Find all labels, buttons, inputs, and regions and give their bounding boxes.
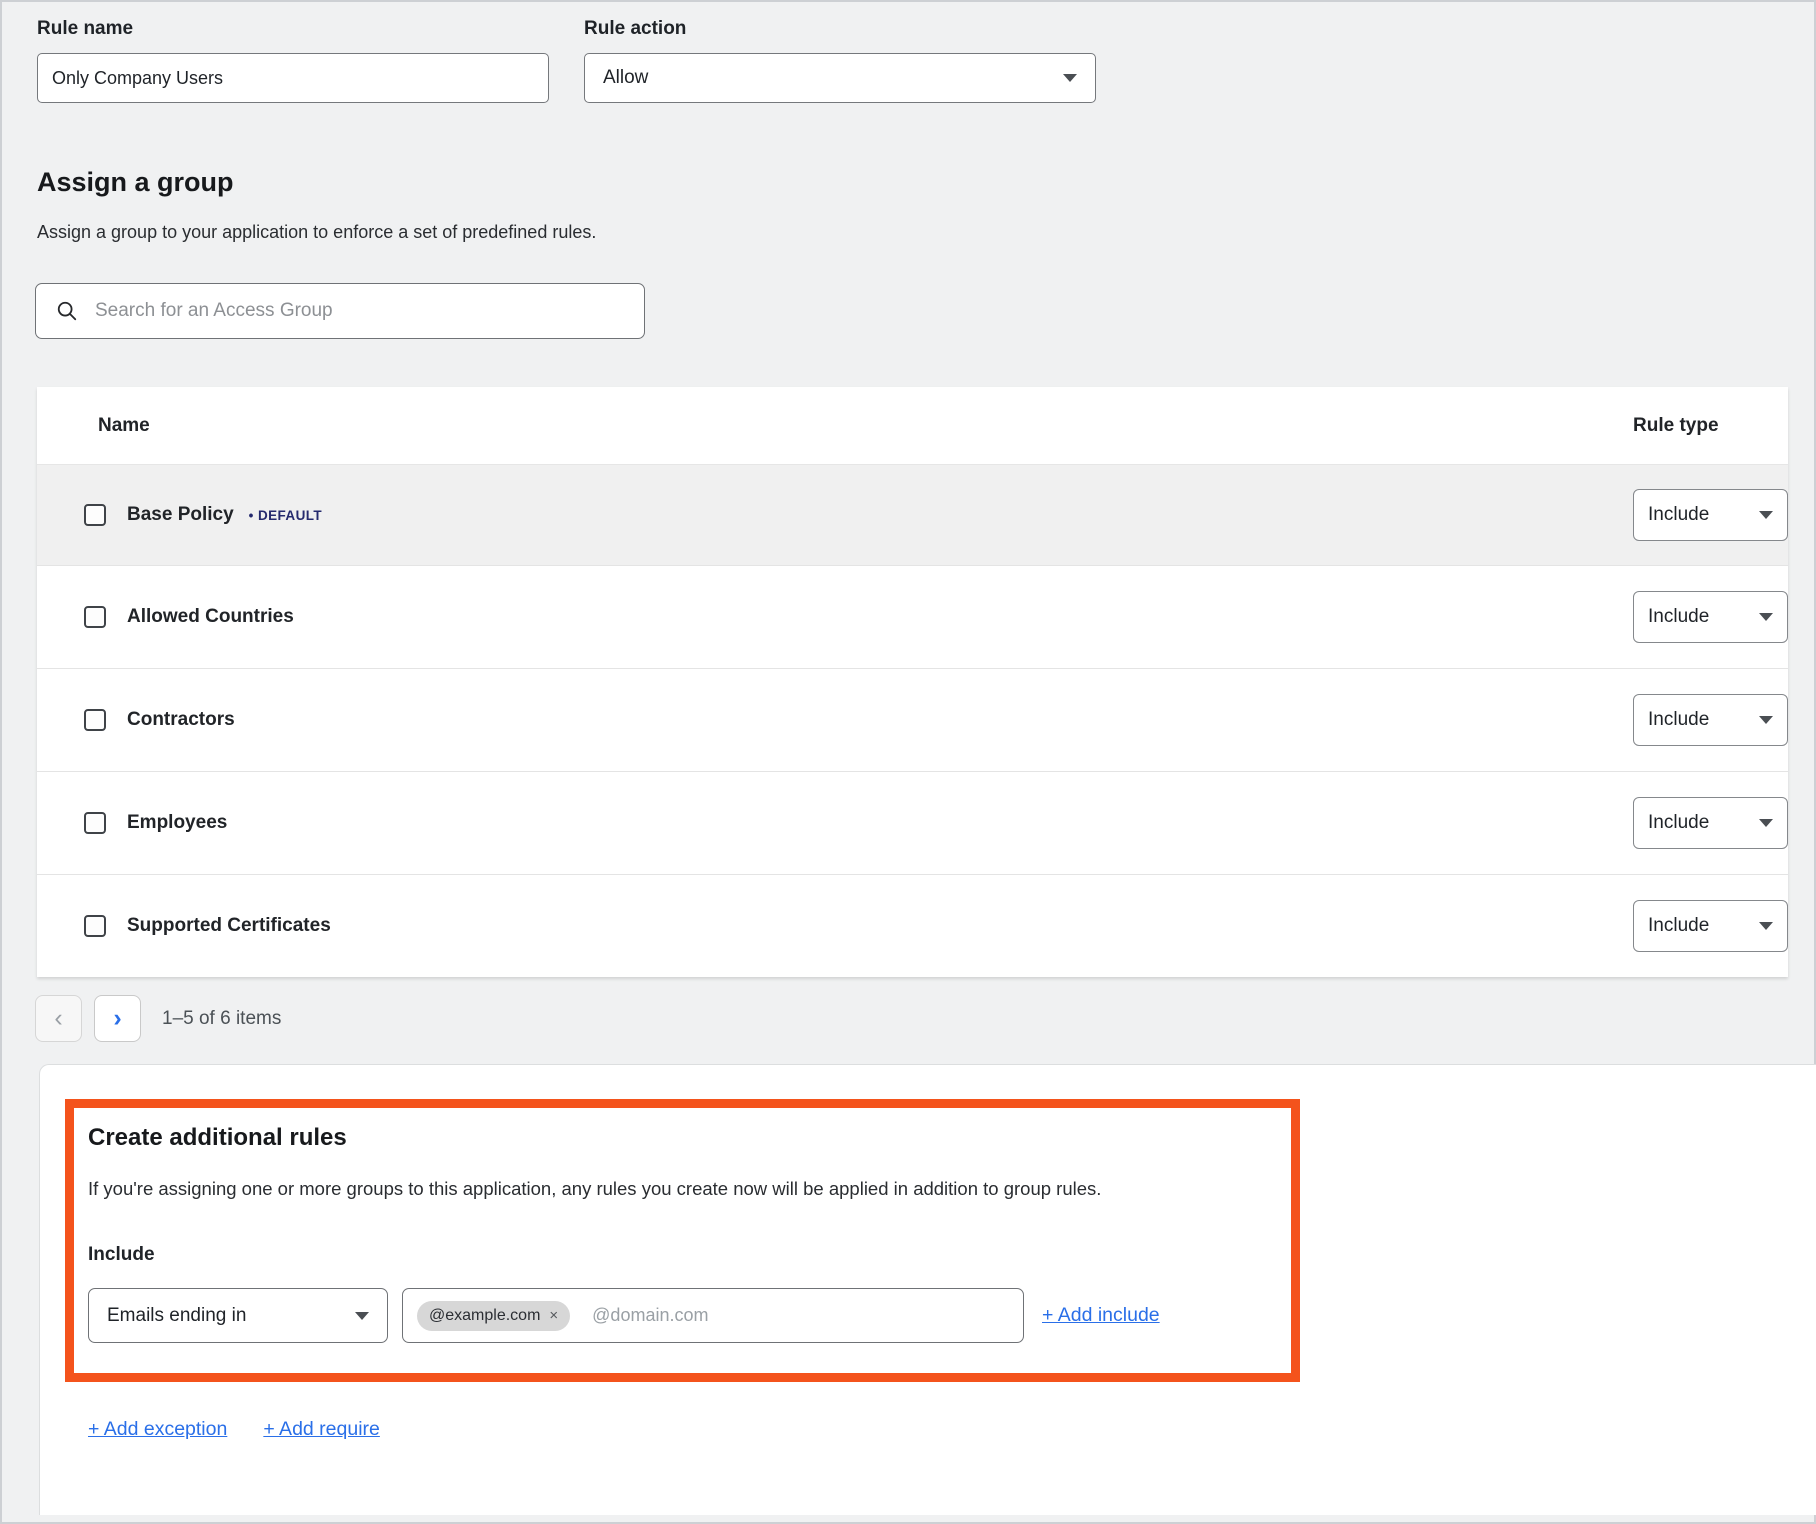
email-chip-label: @example.com xyxy=(429,1307,540,1325)
prev-page-button[interactable]: ‹ xyxy=(35,995,82,1042)
access-group-search[interactable] xyxy=(35,283,645,339)
next-page-button[interactable]: › xyxy=(94,995,141,1042)
email-chip: @example.com × xyxy=(417,1301,570,1331)
rule-name-label: Rule name xyxy=(37,18,549,40)
group-name: Contractors xyxy=(127,709,235,731)
table-row: Base Policy • DEFAULT Include xyxy=(37,465,1788,565)
rule-type-value: Include xyxy=(1648,709,1709,731)
bottom-links: + Add exception + Add require xyxy=(88,1418,1816,1441)
row-checkbox[interactable] xyxy=(84,709,106,731)
add-include-link[interactable]: + Add include xyxy=(1042,1304,1160,1327)
rule-action-label: Rule action xyxy=(584,18,1096,40)
row-checkbox[interactable] xyxy=(84,504,106,526)
rule-type-value: Include xyxy=(1648,504,1709,526)
table-row: Contractors Include xyxy=(37,668,1788,771)
access-group-table: Name Rule type Base Policy • DEFAULT Inc… xyxy=(37,387,1788,977)
pagination: ‹ › 1–5 of 6 items xyxy=(35,995,1814,1042)
additional-rules-description: If you're assigning one or more groups t… xyxy=(88,1178,1271,1200)
chevron-down-icon xyxy=(355,1312,369,1320)
table-row: Allowed Countries Include xyxy=(37,565,1788,668)
rule-type-dropdown[interactable]: Include xyxy=(1633,797,1788,849)
table-row: Supported Certificates Include xyxy=(37,874,1788,977)
rule-type-value: Include xyxy=(1648,606,1709,628)
email-domain-input-wrap[interactable]: @example.com × xyxy=(402,1288,1024,1343)
condition-dropdown[interactable]: Emails ending in xyxy=(88,1288,388,1343)
chevron-down-icon xyxy=(1063,74,1077,82)
chevron-down-icon xyxy=(1759,613,1773,621)
rule-type-dropdown[interactable]: Include xyxy=(1633,694,1788,746)
group-name: Supported Certificates xyxy=(127,915,331,937)
assign-group-heading: Assign a group xyxy=(37,167,1814,198)
remove-chip-icon[interactable]: × xyxy=(549,1307,558,1324)
rule-type-dropdown[interactable]: Include xyxy=(1633,591,1788,643)
pagination-label: 1–5 of 6 items xyxy=(162,1008,281,1030)
search-input[interactable] xyxy=(95,300,624,322)
rule-name-input[interactable] xyxy=(37,53,549,103)
add-require-link[interactable]: + Add require xyxy=(263,1418,380,1441)
search-icon xyxy=(56,300,78,322)
access-rule-page: { "form": { "rule_name": { "label": "Rul… xyxy=(0,0,1816,1524)
rule-action-dropdown[interactable]: Allow xyxy=(584,53,1096,103)
condition-value: Emails ending in xyxy=(107,1305,246,1327)
column-header-name: Name xyxy=(37,415,150,437)
rule-type-value: Include xyxy=(1648,812,1709,834)
additional-rules-heading: Create additional rules xyxy=(88,1124,1271,1152)
rule-action-field: Rule action Allow xyxy=(584,18,1096,103)
row-checkbox[interactable] xyxy=(84,606,106,628)
assign-group-description: Assign a group to your application to en… xyxy=(37,222,1814,243)
group-name: Base Policy xyxy=(127,504,234,526)
group-table-body: Base Policy • DEFAULT Include Allowed Co… xyxy=(37,465,1788,977)
rule-name-field: Rule name xyxy=(37,18,549,103)
chevron-down-icon xyxy=(1759,716,1773,724)
default-badge: • DEFAULT xyxy=(249,508,322,523)
email-domain-input[interactable] xyxy=(592,1305,1009,1326)
table-header: Name Rule type xyxy=(37,387,1788,465)
chevron-down-icon xyxy=(1759,819,1773,827)
group-name: Employees xyxy=(127,812,227,834)
rule-type-dropdown[interactable]: Include xyxy=(1633,489,1788,541)
add-exception-link[interactable]: + Add exception xyxy=(88,1418,227,1441)
rule-action-value: Allow xyxy=(603,67,648,89)
rules-panel: Create additional rules If you're assign… xyxy=(39,1064,1816,1515)
rule-form: Rule name Rule action Allow xyxy=(37,18,1814,103)
row-checkbox[interactable] xyxy=(84,915,106,937)
rule-type-dropdown[interactable]: Include xyxy=(1633,900,1788,952)
row-checkbox[interactable] xyxy=(84,812,106,834)
create-additional-rules-box: Create additional rules If you're assign… xyxy=(65,1099,1300,1382)
table-row: Employees Include xyxy=(37,771,1788,874)
include-label: Include xyxy=(88,1244,1271,1266)
include-rule-row: Emails ending in @example.com × + Add in… xyxy=(88,1288,1271,1343)
chevron-down-icon xyxy=(1759,922,1773,930)
rule-type-value: Include xyxy=(1648,915,1709,937)
column-header-rule-type: Rule type xyxy=(1633,415,1788,437)
chevron-down-icon xyxy=(1759,511,1773,519)
group-name: Allowed Countries xyxy=(127,606,294,628)
